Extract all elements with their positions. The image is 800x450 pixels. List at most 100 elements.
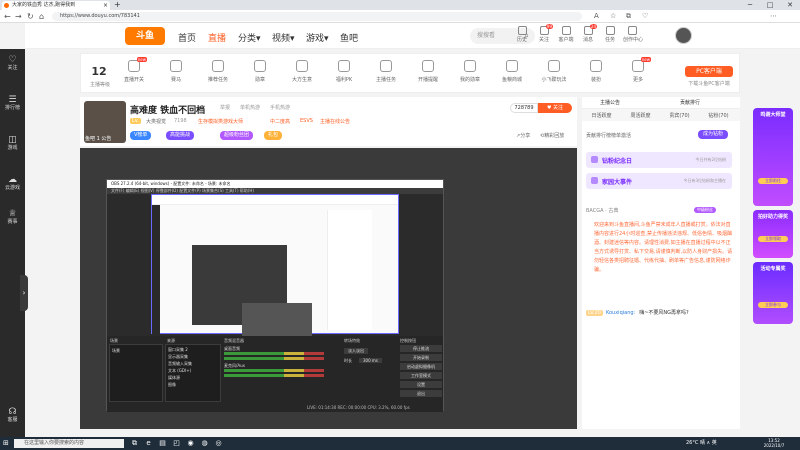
tab-anchor-notice[interactable]: 主播公告: [600, 99, 620, 106]
taskbar-search[interactable]: 在这里输入你要搜索的内容: [14, 439, 124, 448]
follow-button[interactable]: ♥ 关注: [538, 103, 572, 113]
tab-close-icon[interactable]: ×: [103, 1, 108, 10]
v-rank-pill[interactable]: V榜单: [130, 131, 152, 140]
task-item[interactable]: 推荐任务: [201, 60, 235, 83]
forward-icon[interactable]: →: [15, 11, 22, 22]
task-view-icon[interactable]: ⧉: [130, 439, 139, 448]
windows-start-icon[interactable]: ⊞: [3, 440, 9, 447]
window-close-button[interactable]: ✕: [780, 0, 800, 10]
tab-contribution[interactable]: 贡献排行: [680, 99, 700, 106]
extensions-icon[interactable]: ⧉: [626, 11, 631, 22]
mic-audio-slider[interactable]: [224, 374, 324, 377]
header-task[interactable]: 任务: [601, 26, 619, 43]
desktop-audio-slider[interactable]: [224, 357, 324, 360]
crumb-report[interactable]: 举报: [220, 104, 230, 111]
task-item[interactable]: 小飞碟玩法: [537, 60, 571, 83]
ad-3-button[interactable]: 立即参与: [758, 302, 788, 308]
scene-item[interactable]: 场景: [112, 348, 120, 354]
browser-tab[interactable]: 大家的铁血秀 达杰,跑得我到 ×: [2, 1, 110, 10]
ad-banner-3[interactable]: 活动专属奖 立即参与: [753, 262, 793, 324]
video-player[interactable]: OBS 27.2.4 (64-bit, windows) - 配置文件: 未命名…: [80, 148, 577, 429]
wechat-app-icon[interactable]: ◎: [214, 439, 223, 448]
sidebar-expand-button[interactable]: ›: [20, 275, 28, 311]
header-client[interactable]: 客户端: [557, 26, 575, 43]
back-icon[interactable]: ←: [4, 11, 11, 22]
sidebar-item-follow[interactable]: ♡ 关注: [0, 55, 25, 72]
exit-button[interactable]: 退出: [400, 390, 442, 397]
reload-icon[interactable]: ↻: [27, 11, 34, 22]
sidebar-item-cloud-game[interactable]: ☁ 云游戏: [0, 175, 25, 192]
obs-app-icon[interactable]: ◉: [186, 439, 195, 448]
read-aloud-icon[interactable]: A: [594, 11, 599, 22]
tab-vip[interactable]: 贵宾(70): [660, 112, 699, 119]
gift-pack-pill[interactable]: 礼包: [264, 131, 283, 140]
task-item[interactable]: 开播提醒: [411, 60, 445, 83]
window-minimize-button[interactable]: ─: [740, 0, 760, 10]
task-item[interactable]: 主播任务: [369, 60, 403, 83]
settings-button[interactable]: 设置: [400, 381, 442, 388]
douyu-logo[interactable]: 斗鱼: [125, 27, 165, 45]
taskbar-clock[interactable]: 13:52 2022/10/7: [760, 438, 788, 448]
nav-home[interactable]: 首页: [178, 31, 196, 44]
system-tray[interactable]: 26°C 晴 ∧ 英: [686, 439, 717, 446]
crumb-subcategory[interactable]: 手机热游: [270, 104, 290, 111]
nav-live[interactable]: 直播: [208, 31, 226, 44]
store-icon[interactable]: ◰: [172, 439, 181, 448]
sidebar-item-game[interactable]: ◫ 游戏: [0, 135, 25, 152]
header-history[interactable]: 历史: [513, 26, 531, 43]
source-item[interactable]: 窗口采集 2: [168, 347, 188, 353]
task-item[interactable]: 福利PK: [327, 60, 361, 83]
source-item[interactable]: 文本 (GDI+): [168, 368, 191, 374]
source-item[interactable]: 显示器采集: [168, 354, 188, 360]
nav-yuba[interactable]: 鱼吧: [340, 31, 358, 44]
sidebar-item-rank[interactable]: ☰ 排行榜: [0, 95, 25, 112]
user-avatar[interactable]: [675, 27, 692, 44]
task-item[interactable]: 大方生意: [285, 60, 319, 83]
nav-video[interactable]: 视频▾: [272, 31, 295, 44]
ad-2-button[interactable]: 立即领取: [758, 236, 788, 242]
challenge-pill[interactable]: 高能挑战: [166, 131, 195, 140]
favorite-star-icon[interactable]: ☆: [610, 11, 616, 22]
collections-icon[interactable]: ♡: [642, 11, 648, 22]
start-record-button[interactable]: 开始录制: [400, 354, 442, 361]
task-item[interactable]: 更多 new: [621, 57, 655, 83]
ad-banner-1[interactable]: 鸣谢大师堂 立即前往: [753, 108, 793, 206]
source-item[interactable]: 图像: [168, 382, 176, 388]
replay-link[interactable]: ⟲精彩回放: [540, 132, 564, 139]
task-item[interactable]: 勋章: [243, 60, 277, 83]
studio-mode-button[interactable]: 工作室模式: [400, 372, 442, 379]
task-item[interactable]: 装扮: [579, 60, 613, 83]
url-field[interactable]: https://www.douyu.com/783141: [52, 12, 582, 21]
header-creator[interactable]: 创作中心: [623, 26, 643, 43]
virtual-camera-button[interactable]: 启动虚拟摄像机: [400, 363, 442, 370]
task-item[interactable]: 直播开关 new: [117, 57, 151, 83]
become-diamond-button[interactable]: 成为钻粉: [698, 130, 728, 139]
duration-input[interactable]: 300 ms: [359, 358, 382, 363]
event-card-anniversary[interactable]: 钻粉纪念日 今日共有2位钻粉: [586, 152, 732, 168]
crumb-category[interactable]: 单机热游: [240, 104, 260, 111]
window-maximize-button[interactable]: □: [760, 0, 780, 10]
source-item[interactable]: 媒体源: [168, 375, 180, 381]
ad-banner-2[interactable]: 拍好助力得奖 立即领取: [753, 210, 793, 258]
message-nickname[interactable]: Kouxiqiang:: [606, 310, 635, 316]
pc-client-button[interactable]: PC客户端: [685, 66, 733, 77]
home-icon[interactable]: ⌂: [39, 11, 44, 22]
new-tab-button[interactable]: +: [114, 0, 121, 10]
source-item[interactable]: 音频输入采集: [168, 361, 192, 367]
ad-1-button[interactable]: 立即前往: [758, 178, 788, 184]
tab-weekly[interactable]: 周活跃度: [621, 112, 660, 119]
nav-game[interactable]: 游戏▾: [306, 31, 329, 44]
tab-daily[interactable]: 日活跃度: [582, 112, 621, 119]
fan-group-pill[interactable]: 超级粉丝团: [220, 131, 254, 140]
qq-app-icon[interactable]: ◍: [200, 439, 209, 448]
event-card-home[interactable]: 家园大事件 今日有3位钻粉和主播在: [586, 173, 732, 189]
sidebar-item-match[interactable]: ♕ 赛事: [0, 209, 25, 226]
file-explorer-icon[interactable]: ▤: [158, 439, 167, 448]
share-link[interactable]: ↗分享: [516, 132, 530, 139]
transition-select[interactable]: 淡入淡出: [344, 348, 368, 354]
task-item[interactable]: 我的勋章: [453, 60, 487, 83]
header-message[interactable]: 24 消息: [579, 24, 597, 43]
stop-stream-button[interactable]: 停止推流: [400, 345, 442, 352]
tab-diamond[interactable]: 钻粉(70): [699, 112, 738, 119]
nav-category[interactable]: 分类▾: [238, 31, 261, 44]
